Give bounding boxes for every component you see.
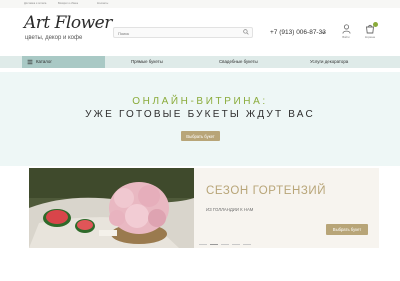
hero-choose-bouquet-button[interactable]: Выбрать букет <box>181 131 220 141</box>
catalog-menu-button[interactable]: Каталог <box>22 56 105 68</box>
cart-count-badge <box>373 22 378 27</box>
menu-icon <box>27 59 33 65</box>
logo-subtitle: цветы, декор и кофе <box>25 35 83 41</box>
nav-item-decorator-services[interactable]: Услуги декоратора <box>310 59 348 64</box>
account-label: Войти <box>342 36 350 39</box>
account-button[interactable]: Войти <box>339 24 353 39</box>
top-bar: Доставка и оплата Возврат и обмен Контак… <box>0 0 400 8</box>
main-nav: Каталог Прямые букеты Свадебные букеты У… <box>0 56 400 68</box>
nav-item-wedding-bouquets[interactable]: Свадебные букеты <box>219 59 258 64</box>
phone-number[interactable]: +7 (913) 006-87-33 <box>270 29 326 36</box>
topbar-link-returns[interactable]: Возврат и обмен <box>58 2 78 5</box>
cart-label: Корзина <box>365 36 375 39</box>
slider-dot[interactable] <box>221 244 229 246</box>
topbar-link-contacts[interactable]: Контакты <box>97 2 108 5</box>
hero-section: ОНЛАЙН-ВИТРИНА: УЖЕ ГОТОВЫЕ БУКЕТЫ ЖДУТ … <box>0 72 400 166</box>
hero-title: УЖЕ ГОТОВЫЕ БУКЕТЫ ЖДУТ ВАС <box>85 109 315 120</box>
slider-dot[interactable] <box>199 244 207 246</box>
slider-dot[interactable] <box>210 244 218 246</box>
nav-item-direct-bouquets[interactable]: Прямые букеты <box>131 59 163 64</box>
catalog-label: Каталог <box>36 59 52 64</box>
topbar-link-delivery[interactable]: Доставка и оплата <box>24 2 46 5</box>
slider-dot[interactable] <box>232 244 240 246</box>
banner-text: ИЗ ГОЛЛАНДИИ К НАМ <box>206 207 254 212</box>
site-logo[interactable]: Art Flower цветы, декор и кофе <box>24 13 112 45</box>
slider-dot[interactable] <box>243 244 251 246</box>
promo-banner: СЕЗОН ГОРТЕНЗИЙ ИЗ ГОЛЛАНДИИ К НАМ Выбра… <box>29 168 379 248</box>
hero-subtitle: ОНЛАЙН-ВИТРИНА: <box>132 96 268 107</box>
hydrangea-photo <box>29 168 194 248</box>
cart-button[interactable]: Корзина <box>362 22 378 39</box>
user-icon <box>341 24 351 34</box>
page: Доставка и оплата Возврат и обмен Контак… <box>0 0 400 281</box>
banner-title: СЕЗОН ГОРТЕНЗИЙ <box>206 185 327 197</box>
chevron-down-icon[interactable] <box>321 30 326 35</box>
logo-script-text: Art Flower <box>24 13 112 33</box>
search-input[interactable] <box>113 27 253 38</box>
banner-choose-bouquet-button[interactable]: Выбрать букет <box>326 224 368 235</box>
search-icon[interactable] <box>243 29 249 35</box>
